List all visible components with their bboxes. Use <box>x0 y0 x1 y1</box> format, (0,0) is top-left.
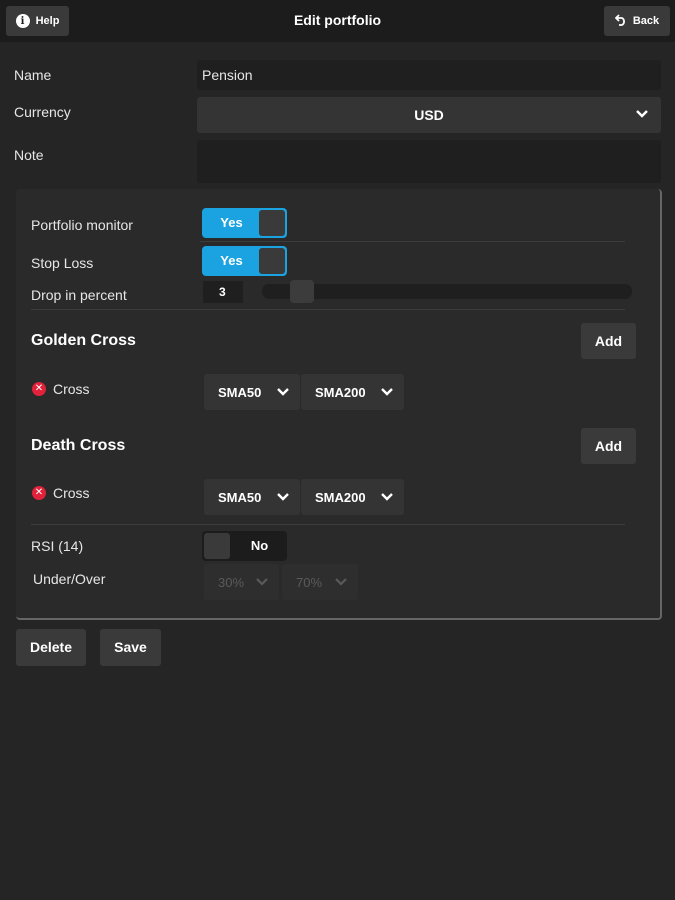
select-value: 30% <box>218 574 245 590</box>
stop-loss-toggle[interactable]: Yes <box>202 246 287 276</box>
select-value: 70% <box>296 574 323 590</box>
delete-button[interactable]: Delete <box>16 629 86 666</box>
toggle-knob <box>204 533 230 559</box>
toggle-knob <box>259 210 285 236</box>
portfolio-monitor-toggle[interactable]: Yes <box>202 208 287 238</box>
note-label: Note <box>14 147 44 163</box>
drop-percent-label: Drop in percent <box>31 287 127 303</box>
back-label: Back <box>632 15 660 27</box>
rsi-value: No <box>250 538 269 553</box>
currency-select[interactable]: USD <box>197 97 661 133</box>
chevron-down-icon <box>276 490 290 504</box>
death-cross-add-button[interactable]: Add <box>581 428 636 464</box>
remove-icon[interactable]: ✕ <box>32 486 46 500</box>
divider <box>31 309 625 310</box>
note-input[interactable] <box>197 140 661 183</box>
golden-cross-long-ma-select[interactable]: SMA200 <box>301 374 404 410</box>
remove-icon[interactable]: ✕ <box>32 382 46 396</box>
rsi-label: RSI (14) <box>31 538 84 554</box>
rsi-under-select[interactable]: 30% <box>204 564 279 600</box>
golden-cross-row-label: Cross <box>53 381 90 397</box>
death-cross-short-ma-select[interactable]: SMA50 <box>204 479 300 515</box>
rsi-over-select[interactable]: 70% <box>282 564 358 600</box>
stop-loss-value: Yes <box>220 253 243 268</box>
chevron-down-icon <box>380 490 394 504</box>
chevron-down-icon <box>380 385 394 399</box>
under-over-label: Under/Over <box>33 571 106 587</box>
header-bar: i Help Edit portfolio Back <box>0 0 675 42</box>
rsi-toggle[interactable]: No <box>202 531 287 561</box>
drop-percent-slider-thumb[interactable] <box>290 280 314 303</box>
back-button[interactable]: Back <box>604 6 670 36</box>
stop-loss-label: Stop Loss <box>31 255 94 271</box>
chevron-down-icon <box>334 575 348 589</box>
currency-value: USD <box>414 107 444 123</box>
select-value: SMA50 <box>218 489 262 505</box>
name-input[interactable]: Pension <box>197 60 661 90</box>
drop-percent-input[interactable]: 3 <box>203 281 243 303</box>
divider <box>200 241 625 242</box>
chevron-down-icon <box>635 107 649 121</box>
chevron-down-icon <box>255 575 269 589</box>
name-label: Name <box>14 67 52 83</box>
undo-arrow-icon <box>614 14 627 28</box>
select-value: SMA50 <box>218 384 262 400</box>
toggle-knob <box>259 248 285 274</box>
golden-cross-short-ma-select[interactable]: SMA50 <box>204 374 300 410</box>
death-cross-row-label: Cross <box>53 485 90 501</box>
currency-label: Currency <box>14 104 71 120</box>
divider <box>31 524 625 525</box>
golden-cross-add-button[interactable]: Add <box>581 323 636 359</box>
save-button[interactable]: Save <box>100 629 161 666</box>
select-value: SMA200 <box>315 384 366 400</box>
death-cross-title: Death Cross <box>31 437 126 454</box>
portfolio-monitor-value: Yes <box>220 215 243 230</box>
page-title: Edit portfolio <box>293 12 382 28</box>
select-value: SMA200 <box>315 489 366 505</box>
chevron-down-icon <box>276 385 290 399</box>
death-cross-long-ma-select[interactable]: SMA200 <box>301 479 404 515</box>
portfolio-monitor-label: Portfolio monitor <box>31 217 133 233</box>
drop-percent-slider-track[interactable] <box>262 284 632 299</box>
golden-cross-title: Golden Cross <box>31 332 136 349</box>
